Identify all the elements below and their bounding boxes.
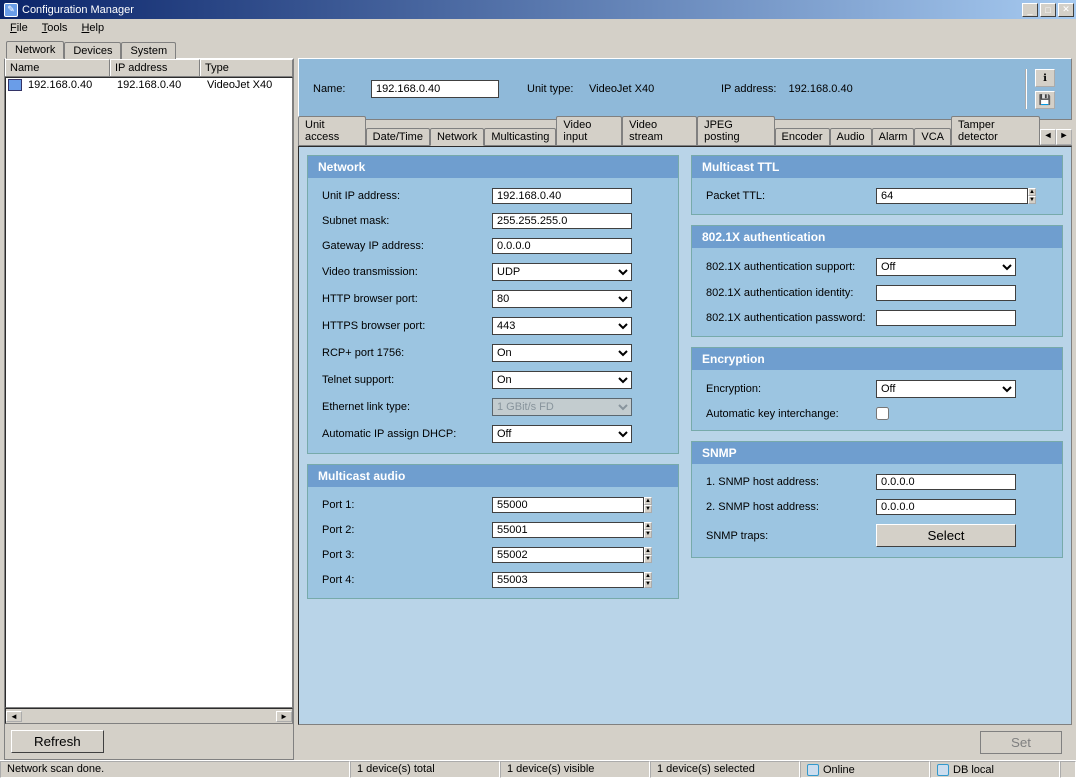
tab-system[interactable]: System — [121, 42, 176, 59]
config-area: Network Unit IP address: Subnet mask: Ga… — [298, 146, 1072, 725]
spin-up-icon[interactable]: ▲ — [644, 497, 652, 505]
device-header: Name: Unit type: IP address: ℹ 💾 — [298, 58, 1072, 120]
status-total: 1 device(s) total — [350, 761, 500, 778]
set-row: Set — [298, 725, 1072, 760]
tab-devices[interactable]: Devices — [64, 42, 121, 59]
video-trans-select[interactable]: UDP — [492, 263, 632, 281]
subtab-video-input[interactable]: Video input — [556, 116, 622, 145]
subtab-date-time[interactable]: Date/Time — [366, 128, 430, 145]
subtab-network[interactable]: Network — [430, 128, 484, 146]
col-header-ip[interactable]: IP address — [110, 59, 200, 76]
app-icon: ✎ — [4, 3, 18, 17]
online-icon — [807, 764, 819, 776]
ip-label: IP address: — [721, 83, 776, 95]
device-pane: Name IP address Type 192.168.0.40 192.16… — [4, 58, 294, 760]
tab-scroll-right-icon[interactable]: ► — [1056, 129, 1072, 145]
rcp-select[interactable]: On — [492, 344, 632, 362]
dhcp-select[interactable]: Off — [492, 425, 632, 443]
device-table-header: Name IP address Type — [5, 59, 293, 77]
panel-multicast-ttl: Multicast TTL Packet TTL:▲▼ — [691, 155, 1063, 215]
menu-file[interactable]: File — [4, 20, 34, 36]
port2-input[interactable] — [492, 522, 644, 538]
info-icon[interactable]: ℹ — [1035, 69, 1055, 87]
subtab-unit-access[interactable]: Unit access — [298, 116, 366, 145]
status-db: DB local — [930, 761, 1060, 778]
status-scan: Network scan done. — [0, 761, 350, 778]
title-bar: ✎ Configuration Manager _ □ ✕ — [0, 0, 1076, 19]
subtab-jpeg-posting[interactable]: JPEG posting — [697, 116, 774, 145]
main-tabs: Network Devices System — [0, 37, 1076, 58]
auth-password-input[interactable] — [876, 310, 1016, 326]
status-selected: 1 device(s) selected — [650, 761, 800, 778]
subtab-video-stream[interactable]: Video stream — [622, 116, 697, 145]
subtab-tamper-detector[interactable]: Tamper detector — [951, 116, 1040, 145]
close-button[interactable]: ✕ — [1058, 3, 1074, 17]
port1-input[interactable] — [492, 497, 644, 513]
unit-ip-input[interactable] — [492, 188, 632, 204]
tab-network[interactable]: Network — [6, 41, 64, 59]
minimize-button[interactable]: _ — [1022, 3, 1038, 17]
unit-type-label: Unit type: — [527, 83, 577, 95]
scroll-right-icon[interactable]: ► — [276, 711, 292, 722]
menu-bar: File Tools Help — [0, 19, 1076, 37]
spin-down-icon[interactable]: ▼ — [644, 505, 652, 513]
panel-multicast-audio: Multicast audio Port 1:▲▼ Port 2:▲▼ Port… — [307, 464, 679, 599]
snmp-select-button[interactable]: Select — [876, 524, 1016, 547]
telnet-select[interactable]: On — [492, 371, 632, 389]
col-header-name[interactable]: Name — [5, 59, 110, 76]
set-button: Set — [980, 731, 1062, 754]
auth-identity-input[interactable] — [876, 285, 1016, 301]
https-port-select[interactable]: 443 — [492, 317, 632, 335]
scroll-left-icon[interactable]: ◄ — [6, 711, 22, 722]
panel-snmp: SNMP 1. SNMP host address: 2. SNMP host … — [691, 441, 1063, 558]
config-tabs: Unit accessDate/TimeNetworkMulticastingV… — [298, 124, 1072, 146]
window-title: Configuration Manager — [22, 4, 134, 16]
panel-8021x: 802.1X authentication 802.1X authenticat… — [691, 225, 1063, 337]
status-bar: Network scan done. 1 device(s) total 1 d… — [0, 760, 1076, 778]
subtab-multicasting[interactable]: Multicasting — [484, 128, 556, 145]
horizontal-scrollbar[interactable]: ◄ ► — [5, 708, 293, 724]
ethernet-select: 1 GBit/s FD — [492, 398, 632, 416]
device-list[interactable]: 192.168.0.40 192.168.0.40 VideoJet X40 — [5, 77, 293, 708]
col-header-type[interactable]: Type — [200, 59, 293, 76]
snmp-host2-input[interactable] — [876, 499, 1016, 515]
port4-input[interactable] — [492, 572, 644, 588]
status-online: Online — [800, 761, 930, 778]
http-port-select[interactable]: 80 — [492, 290, 632, 308]
panel-network: Network Unit IP address: Subnet mask: Ga… — [307, 155, 679, 454]
subtab-vca[interactable]: VCA — [914, 128, 951, 145]
db-icon — [937, 764, 949, 776]
status-visible: 1 device(s) visible — [500, 761, 650, 778]
menu-help[interactable]: Help — [75, 20, 110, 36]
save-icon[interactable]: 💾 — [1035, 91, 1055, 109]
port3-input[interactable] — [492, 547, 644, 563]
ttl-input[interactable] — [876, 188, 1028, 204]
gateway-input[interactable] — [492, 238, 632, 254]
maximize-button[interactable]: □ — [1040, 3, 1056, 17]
subnet-input[interactable] — [492, 213, 632, 229]
refresh-button[interactable]: Refresh — [11, 730, 104, 753]
auto-key-checkbox[interactable] — [876, 407, 889, 420]
name-field[interactable] — [371, 80, 499, 98]
panel-encryption: Encryption Encryption:Off Automatic key … — [691, 347, 1063, 431]
unit-type-field — [585, 81, 713, 97]
ip-field — [784, 81, 912, 97]
snmp-host1-input[interactable] — [876, 474, 1016, 490]
tab-scroll-left-icon[interactable]: ◄ — [1040, 129, 1056, 145]
name-label: Name: — [313, 83, 363, 95]
subtab-encoder[interactable]: Encoder — [775, 128, 830, 145]
device-icon — [8, 79, 22, 91]
menu-tools[interactable]: Tools — [36, 20, 74, 36]
auth-support-select[interactable]: Off — [876, 258, 1016, 276]
subtab-alarm[interactable]: Alarm — [872, 128, 915, 145]
device-row[interactable]: 192.168.0.40 192.168.0.40 VideoJet X40 — [6, 78, 292, 92]
encryption-select[interactable]: Off — [876, 380, 1016, 398]
subtab-audio[interactable]: Audio — [830, 128, 872, 145]
